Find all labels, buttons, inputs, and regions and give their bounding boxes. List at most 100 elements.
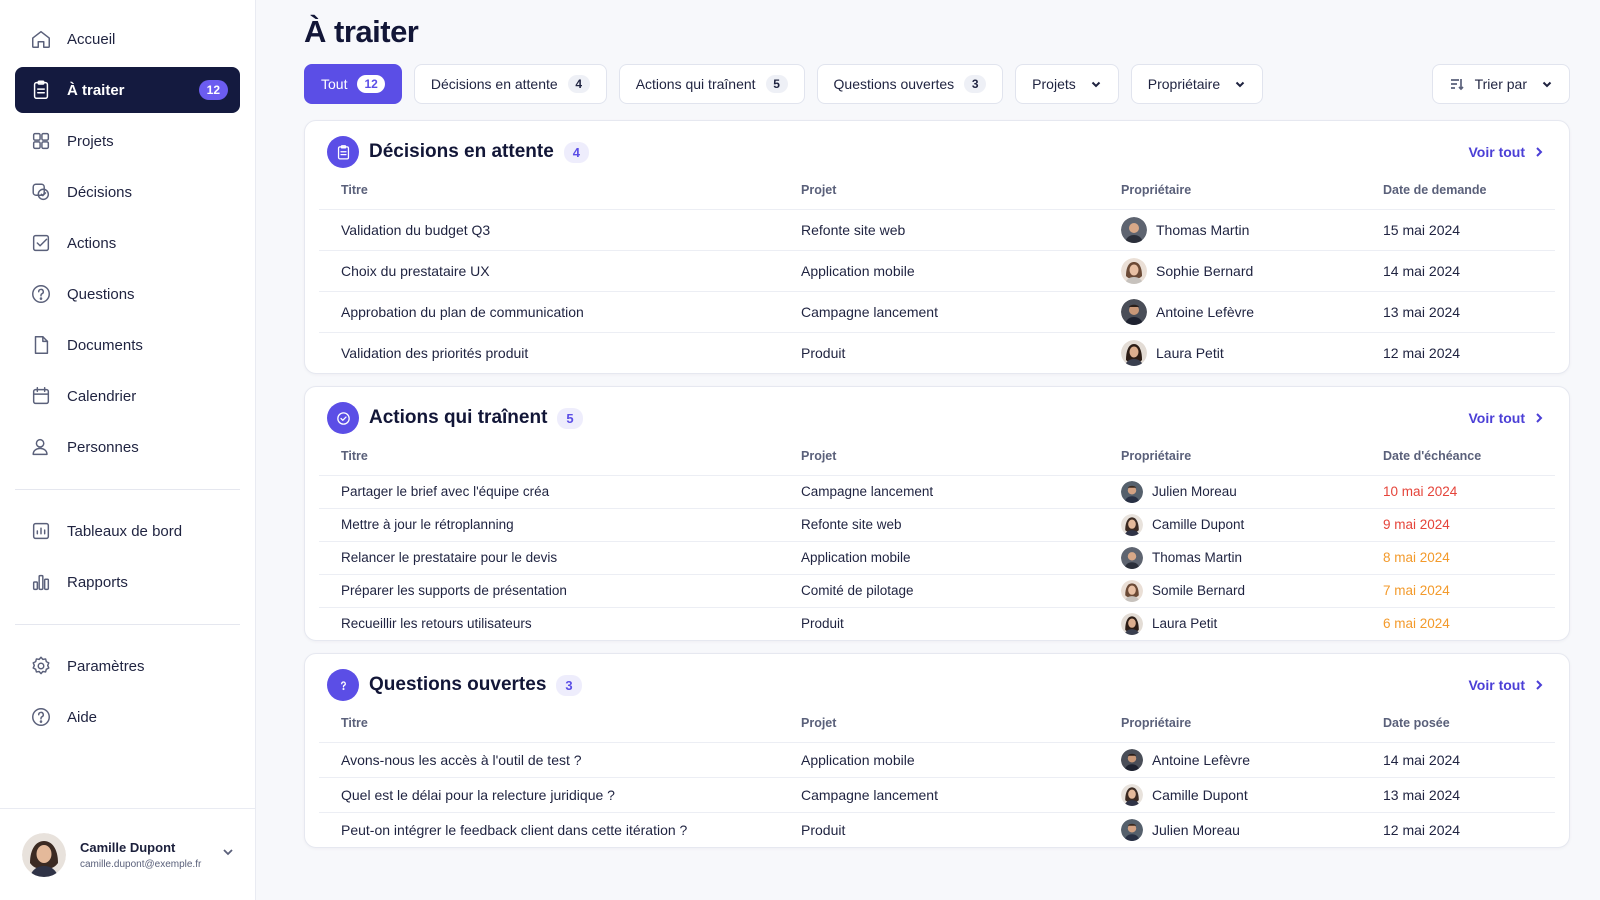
sidebar-item-a-traiter[interactable]: À traiter 12 xyxy=(15,67,240,113)
column-header[interactable]: Date de demande xyxy=(1361,183,1555,210)
column-header[interactable]: Propriétaire xyxy=(1099,449,1361,476)
column-header[interactable]: Projet xyxy=(779,449,1099,476)
filter-decisions[interactable]: Décisions en attente 4 xyxy=(413,64,607,104)
table-row[interactable]: Choix du prestataire UX Application mobi… xyxy=(319,250,1555,292)
table-row[interactable]: Recueillir les retours utilisateurs Prod… xyxy=(319,607,1555,640)
column-header[interactable]: Date posée xyxy=(1361,716,1555,743)
row-owner: Laura Petit xyxy=(1099,607,1361,640)
row-date: 7 mai 2024 xyxy=(1361,574,1555,608)
row-title[interactable]: Avons-nous les accès à l'outil de test ? xyxy=(319,742,779,778)
row-title[interactable]: Partager le brief avec l'équipe créa xyxy=(319,475,779,509)
sidebar-item-parametres[interactable]: Paramètres xyxy=(15,643,240,689)
row-project: Campagne lancement xyxy=(779,475,1099,509)
row-project: Refonte site web xyxy=(779,508,1099,542)
row-project: Produit xyxy=(801,344,846,361)
table-row[interactable]: Mettre à jour le rétroplanning Refonte s… xyxy=(319,508,1555,542)
table-row[interactable]: Validation du budget Q3 Refonte site web… xyxy=(319,209,1555,251)
owner-name: Sophie Bernard xyxy=(1156,262,1254,279)
divider xyxy=(15,624,240,625)
see-all-link[interactable]: Voir tout xyxy=(1468,677,1545,693)
column-header[interactable]: Titre xyxy=(319,183,779,210)
sidebar-item-rapports[interactable]: Rapports xyxy=(15,559,240,605)
user-name: Camille Dupont xyxy=(80,839,176,855)
row-date: 6 mai 2024 xyxy=(1383,616,1450,632)
owner-name: Laura Petit xyxy=(1152,616,1218,632)
sidebar-item-decisions[interactable]: Décisions xyxy=(15,169,240,215)
column-header[interactable]: Projet xyxy=(779,716,1099,743)
row-title[interactable]: Approbation du plan de communication xyxy=(319,291,779,333)
owner-name: Julien Moreau xyxy=(1152,821,1240,838)
owner-name: Julien Moreau xyxy=(1152,484,1237,499)
sidebar-item-projets[interactable]: Projets xyxy=(15,118,240,164)
sidebar-item-label: À traiter xyxy=(67,81,125,99)
table-row[interactable]: Validation des priorités produit Produit… xyxy=(319,332,1555,373)
section-title: Questions ouvertes xyxy=(369,674,547,695)
card-header: Questions ouvertes 3 Voir tout xyxy=(319,654,1555,716)
see-all-link[interactable]: Voir tout xyxy=(1468,410,1545,426)
table-row[interactable]: Préparer les supports de présentation Co… xyxy=(319,574,1555,608)
see-all-link[interactable]: Voir tout xyxy=(1468,144,1545,160)
sidebar-item-label: Aide xyxy=(67,708,98,726)
chevron-down-icon xyxy=(1220,78,1246,90)
count-badge: 12 xyxy=(357,75,385,93)
help-icon xyxy=(29,705,53,729)
avatar xyxy=(1121,579,1143,602)
user-menu[interactable]: Camille Dupont camille.dupont@exemple.fr xyxy=(0,808,255,900)
row-date: 13 mai 2024 xyxy=(1361,777,1555,813)
sidebar-item-personnes[interactable]: Personnes xyxy=(15,424,240,470)
column-header[interactable]: Propriétaire xyxy=(1099,716,1361,743)
row-project: Campagne lancement xyxy=(779,291,1099,333)
filter-bar: Tout 12 Décisions en attente 4 Actions q… xyxy=(304,64,1570,104)
avatar xyxy=(1121,612,1143,635)
decisions-icon xyxy=(29,180,53,204)
row-title[interactable]: Recueillir les retours utilisateurs xyxy=(319,607,779,640)
row-title[interactable]: Peut-on intégrer le feedback client dans… xyxy=(319,812,779,847)
sidebar-item-documents[interactable]: Documents xyxy=(15,322,240,368)
sidebar-item-aide[interactable]: Aide xyxy=(15,694,240,740)
row-title[interactable]: Choix du prestataire UX xyxy=(319,250,779,292)
column-header[interactable]: Titre xyxy=(319,716,779,743)
sidebar-item-calendrier[interactable]: Calendrier xyxy=(15,373,240,419)
chevron-right-icon xyxy=(1536,680,1543,690)
count-badge: 4 xyxy=(563,141,590,163)
row-title[interactable]: Préparer les supports de présentation xyxy=(319,574,779,608)
column-header[interactable]: Date d'échéance xyxy=(1361,449,1555,476)
filter-all[interactable]: Tout 12 xyxy=(304,64,402,104)
filter-actions[interactable]: Actions qui traînent 5 xyxy=(618,64,805,104)
people-icon xyxy=(29,435,53,459)
column-header[interactable]: Propriétaire xyxy=(1099,183,1361,210)
row-owner: Thomas Martin xyxy=(1099,209,1361,251)
table-row[interactable]: Avons-nous les accès à l'outil de test ?… xyxy=(319,742,1555,778)
owner-name: Thomas Martin xyxy=(1156,221,1250,238)
chevron-down-icon[interactable] xyxy=(221,845,235,864)
filter-questions[interactable]: Questions ouvertes 3 xyxy=(816,64,1004,104)
dropdown-label: Trier par xyxy=(1474,76,1527,92)
table-row[interactable]: Partager le brief avec l'équipe créa Cam… xyxy=(319,475,1555,509)
table-row[interactable]: Quel est le délai pour la relecture juri… xyxy=(319,777,1555,813)
sidebar-item-accueil[interactable]: Accueil xyxy=(15,16,240,62)
table-row[interactable]: Relancer le prestataire pour le devis Ap… xyxy=(319,541,1555,575)
avatar xyxy=(1121,546,1143,569)
row-title[interactable]: Mettre à jour le rétroplanning xyxy=(319,508,779,542)
row-owner: Sophie Bernard xyxy=(1099,250,1361,292)
row-owner: Thomas Martin xyxy=(1099,541,1361,575)
owner-dropdown[interactable]: Propriétaire xyxy=(1130,64,1264,104)
sidebar-item-questions[interactable]: Questions xyxy=(15,271,240,317)
row-title[interactable]: Validation des priorités produit xyxy=(319,332,779,373)
row-project: Application mobile xyxy=(779,742,1099,778)
sidebar-item-tableaux-de-bord[interactable]: Tableaux de bord xyxy=(15,508,240,554)
projects-dropdown[interactable]: Projets xyxy=(1015,64,1119,104)
row-date: 10 mai 2024 xyxy=(1361,475,1555,509)
sidebar-item-actions[interactable]: Actions xyxy=(15,220,240,266)
count-badge: 3 xyxy=(556,674,582,696)
row-title[interactable]: Relancer le prestataire pour le devis xyxy=(319,541,779,575)
column-header[interactable]: Titre xyxy=(319,449,779,476)
checkbox-icon xyxy=(29,231,53,255)
table-row[interactable]: Approbation du plan de communication Cam… xyxy=(319,291,1555,333)
table-row[interactable]: Peut-on intégrer le feedback client dans… xyxy=(319,812,1555,847)
sort-dropdown[interactable]: Trier par xyxy=(1431,64,1570,104)
row-title[interactable]: Quel est le délai pour la relecture juri… xyxy=(319,777,779,813)
sidebar-item-label: Paramètres xyxy=(67,657,145,675)
column-header[interactable]: Projet xyxy=(779,183,1099,210)
row-title[interactable]: Validation du budget Q3 xyxy=(319,209,779,251)
